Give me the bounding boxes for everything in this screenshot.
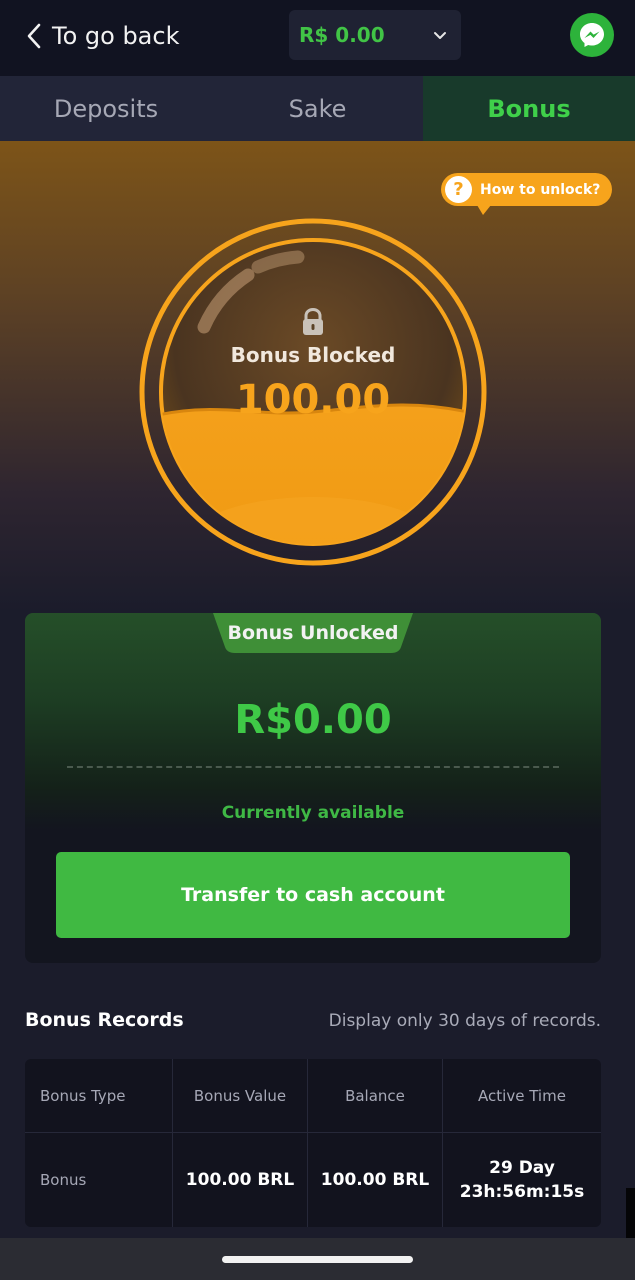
- bonus-unlocked-amount: R$0.00: [234, 697, 392, 743]
- tab-bonus[interactable]: Bonus: [423, 76, 635, 141]
- chevron-left-icon: [26, 23, 42, 49]
- active-time-clock: 23h:56m:15s: [459, 1182, 585, 1202]
- tab-bar: Deposits Sake Bonus: [0, 76, 635, 141]
- top-header: To go back R$ 0.00: [0, 0, 635, 76]
- column-header: Active Time: [478, 1086, 566, 1105]
- currently-available-label: Currently available: [221, 803, 405, 823]
- bonus-unlocked-label: Bonus Unlocked: [227, 622, 399, 644]
- balance-value: R$ 0.00: [299, 23, 385, 47]
- bonus-records-table: Bonus Type Bonus Value Balance Active Ti…: [25, 1059, 601, 1227]
- active-time-days: 29 Day: [489, 1158, 555, 1178]
- bonus-type-cell: Bonus: [25, 1133, 173, 1227]
- chevron-down-icon: [433, 26, 447, 45]
- back-label: To go back: [52, 22, 180, 50]
- divider: [67, 766, 559, 768]
- edge-strip: [626, 1188, 635, 1238]
- active-time-cell: 29 Day 23h:56m:15s: [443, 1133, 601, 1227]
- system-nav-bar: [0, 1238, 635, 1280]
- column-header: Balance: [308, 1059, 443, 1132]
- home-indicator[interactable]: [222, 1256, 413, 1263]
- question-icon: ?: [445, 176, 472, 203]
- bonus-orb: [139, 218, 487, 566]
- balance-dropdown[interactable]: R$ 0.00: [289, 10, 461, 60]
- balance-cell: 100.00 BRL: [308, 1133, 443, 1227]
- tab-deposits[interactable]: Deposits: [0, 76, 212, 141]
- column-header: Bonus Type: [25, 1059, 173, 1132]
- bonus-value-cell: 100.00 BRL: [173, 1133, 308, 1227]
- column-header: Bonus Value: [173, 1059, 308, 1132]
- bonus-unlocked-card: Bonus Unlocked R$0.00 Currently availabl…: [25, 613, 601, 963]
- records-note: Display only 30 days of records.: [328, 1011, 601, 1031]
- tab-sake[interactable]: Sake: [212, 76, 423, 141]
- bonus-blocked-section: ? How to unlock? Bonus Blocked 100.00: [0, 141, 635, 611]
- messenger-icon[interactable]: [570, 13, 614, 57]
- how-to-unlock-label: How to unlock?: [480, 181, 601, 198]
- how-to-unlock-button[interactable]: ? How to unlock?: [441, 173, 613, 215]
- back-button[interactable]: To go back: [26, 16, 179, 56]
- table-row: Bonus 100.00 BRL 100.00 BRL 29 Day 23h:5…: [25, 1133, 601, 1227]
- transfer-to-cash-button[interactable]: Transfer to cash account: [56, 852, 570, 938]
- table-header-row: Bonus Type Bonus Value Balance Active Ti…: [25, 1059, 601, 1133]
- bonus-records-title: Bonus Records: [25, 1009, 184, 1031]
